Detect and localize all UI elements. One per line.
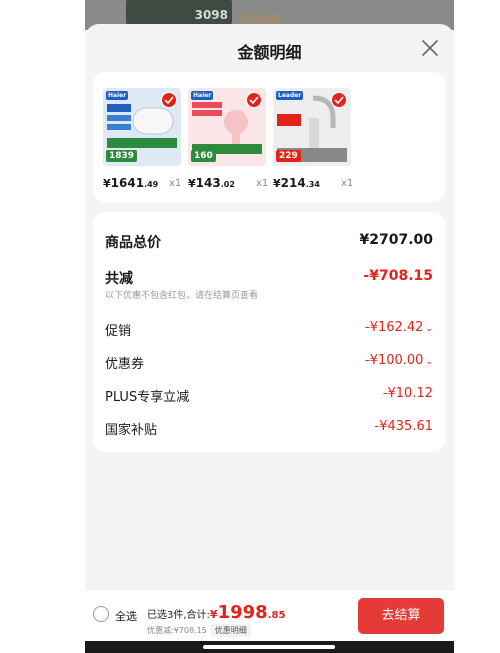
home-indicator[interactable] [203,645,335,649]
price-decimal: .34 [305,180,320,189]
product-item[interactable]: Haier 1839 [103,88,181,166]
total-decimal: .85 [267,610,286,621]
coupon-label: 优惠券 [105,357,145,372]
coupon-amount: -¥100.00 [365,353,424,368]
checkout-bar: 全选 已选3件,合计:¥1998.85 优惠减:¥708.15 优惠明细 去结算 [85,589,454,641]
checked-icon[interactable] [331,92,347,108]
price-integer: 143 [195,176,221,190]
background-price-hint: 3098 [194,8,228,22]
product-price: ¥143.02 [188,176,235,190]
product-tag: 1839 [106,150,138,162]
product-item[interactable]: Haier 160 [188,88,266,166]
breakdown-card: 商品总价 ¥2707.00 共减 -¥708.15 以下优惠不包含红包，请在结算… [93,212,445,452]
subsidy-value: -¥435.61 [374,419,433,434]
plus-discount-value: -¥10.12 [382,386,433,401]
product-image: Haier 160 [188,88,266,166]
discount-detail-button[interactable]: 优惠明细 [210,624,251,637]
promotion-label: 促销 [105,324,132,339]
phone-screen: 3098 30天价保 金额明细 Haier 1839 ¥1641.49 x1 H… [85,0,454,653]
amount-detail-sheet: 金额明细 Haier 1839 ¥1641.49 x1 Haier 160 ¥1… [85,24,454,653]
product-price: ¥1641.49 [103,176,158,190]
product-image: Haier 1839 [103,88,181,166]
product-image: Leader 229 [273,88,351,166]
currency-symbol: ¥ [209,608,218,621]
product-tag: 229 [276,150,301,162]
checked-icon[interactable] [161,92,177,108]
product-qty: x1 [256,178,269,189]
price-integer: 1641 [110,176,145,190]
discount-summary: 优惠减:¥708.15 优惠明细 [147,624,251,637]
discount-note: 以下优惠不包含红包，请在结算页查看 [105,291,259,301]
checkout-button[interactable]: 去结算 [358,598,444,634]
product-item[interactable]: Leader 229 [273,88,351,166]
price-decimal: .02 [220,180,235,189]
discount-text: 优惠减:¥708.15 [147,626,207,635]
total-label: 商品总价 [105,235,161,251]
selected-count-text: 已选3件,合计: [147,610,210,621]
chevron-down-icon: ⌄ [425,324,433,334]
system-home-bar [85,641,454,653]
coupon-value: -¥100.00 ⌄ [365,353,433,368]
background-product-thumb: 3098 [126,0,232,24]
total-value: ¥2707.00 [359,232,433,248]
product-qty: x1 [341,178,354,189]
product-price: ¥214.34 [273,176,320,190]
price-integer: 214 [280,176,306,190]
sheet-title: 金额明细 [237,43,302,62]
currency-symbol: ¥ [103,177,111,190]
products-card: Haier 1839 ¥1641.49 x1 Haier 160 ¥143.02… [93,72,445,202]
chevron-down-icon: ⌄ [425,357,433,367]
checked-icon[interactable] [246,92,262,108]
plus-discount-label: PLUS专享立减 [105,390,190,405]
currency-symbol: ¥ [188,177,196,190]
currency-symbol: ¥ [273,177,281,190]
promotion-value: -¥162.42 ⌄ [365,320,433,335]
order-summary: 已选3件,合计:¥1998.85 [147,602,285,623]
select-all-radio[interactable] [93,606,109,622]
discount-total-value: -¥708.15 [363,268,433,284]
close-icon[interactable] [420,38,440,58]
discount-total-label: 共减 [105,271,133,287]
product-tag: 160 [191,150,216,162]
background-badge: 30天价保 [238,14,281,25]
product-qty: x1 [169,178,182,189]
subsidy-label: 国家补贴 [105,423,158,438]
total-integer: 1998 [217,602,268,623]
select-all-label[interactable]: 全选 [115,608,137,624]
price-decimal: .49 [144,180,159,189]
promotion-amount: -¥162.42 [365,320,424,335]
